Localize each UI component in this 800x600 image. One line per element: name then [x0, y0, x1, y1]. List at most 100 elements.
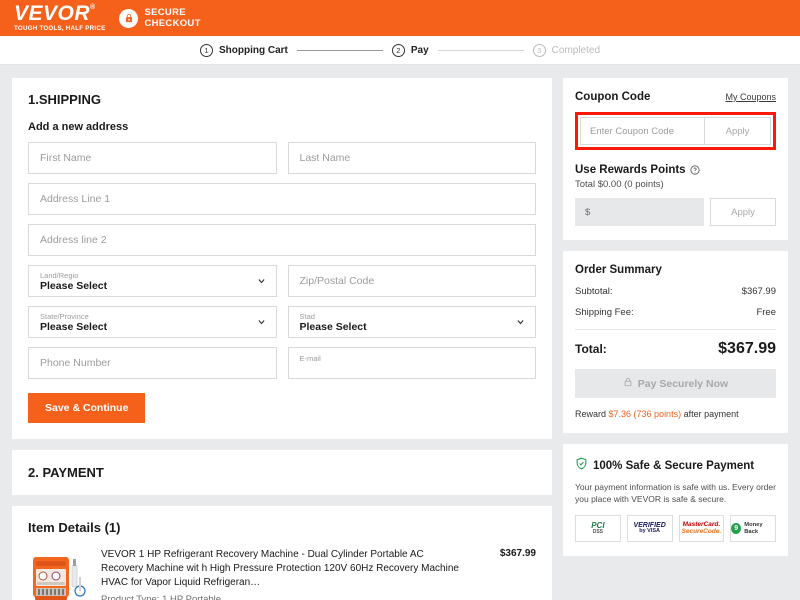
- step-completed: 3 Completed: [532, 43, 601, 57]
- subtotal-label: Subtotal:: [575, 286, 613, 297]
- save-and-continue-button[interactable]: Save & Continue: [28, 393, 146, 423]
- email-input[interactable]: E-mail: [287, 347, 536, 379]
- rewards-total-text: Total $0.00 (0 points): [575, 179, 664, 190]
- name-row: First Name Last Name: [28, 142, 536, 174]
- chevron-down-icon: [516, 318, 525, 327]
- site-header: VEVOR® TOUGH TOOLS, HALF PRICE SECURE CH…: [0, 0, 800, 36]
- order-summary-section: Order Summary Subtotal: $367.99 Shipping…: [563, 251, 788, 433]
- my-coupons-link[interactable]: My Coupons: [725, 92, 776, 102]
- shipping-title: 1.SHIPPING: [28, 92, 101, 107]
- coupon-header: Coupon Code My Coupons: [575, 91, 776, 103]
- address1-row: Address Line 1: [28, 183, 536, 215]
- summary-row-shipping: Shipping Fee: Free: [575, 307, 776, 318]
- step-label: Completed: [551, 44, 601, 56]
- product-name[interactable]: VEVOR 1 HP Refrigerant Recovery Machine …: [101, 548, 463, 590]
- summary-divider: [575, 329, 776, 330]
- country-zip-row: Land/Regio Please Select Zip/Postal Code: [28, 265, 536, 297]
- badge-verified-by-visa-icon: VERIFIED by VISA: [626, 515, 673, 542]
- subtotal-value: $367.99: [741, 286, 776, 297]
- country-select[interactable]: Land/Regio Please Select: [28, 265, 277, 297]
- money-back-circle: 9: [731, 523, 742, 534]
- step-number: 3: [532, 43, 546, 57]
- payment-section: 2. PAYMENT: [12, 450, 552, 495]
- total-label: Total:: [575, 342, 607, 356]
- country-label: Land/Regio: [40, 270, 79, 280]
- summary-row-subtotal: Subtotal: $367.99: [575, 286, 776, 297]
- zip-placeholder: Zip/Postal Code: [299, 275, 375, 287]
- product-price: $367.99: [499, 548, 536, 559]
- visa-line-2: by VISA: [639, 528, 661, 535]
- reward-note: Reward $7.36 (736 points) after payment: [575, 409, 776, 419]
- step-shopping-cart[interactable]: 1 Shopping Cart: [199, 43, 288, 57]
- reward-amount: $7.36 (736 points): [608, 409, 682, 419]
- pci-line-2: DSS: [592, 529, 604, 535]
- first-name-input[interactable]: First Name: [28, 142, 277, 174]
- item-details-section: Item Details (1) VEVOR 1 HP Refrigerant …: [12, 506, 552, 600]
- lock-icon: [623, 377, 633, 390]
- city-value: Please Select: [299, 320, 367, 333]
- right-column: Coupon Code My Coupons Enter Coupon Code…: [563, 78, 788, 600]
- step-label: Shopping Cart: [218, 44, 288, 56]
- secure-checkout-badge: SECURE CHECKOUT: [119, 7, 200, 29]
- coupon-input-row: Enter Coupon Code Apply: [580, 117, 771, 145]
- address-line-1-placeholder: Address Line 1: [40, 193, 111, 205]
- chevron-down-icon: [257, 277, 266, 286]
- shipping-fee-value: Free: [756, 307, 776, 318]
- first-name-placeholder: First Name: [40, 152, 92, 164]
- steps-list: 1 Shopping Cart 2 Pay 3 Completed: [199, 43, 601, 57]
- last-name-input[interactable]: Last Name: [287, 142, 536, 174]
- safe-payment-section: 100% Safe & Secure Payment Your payment …: [563, 444, 788, 556]
- chevron-down-icon: [257, 318, 266, 327]
- page-body: 1.SHIPPING Add a new address First Name …: [0, 65, 800, 600]
- step-label: Pay: [410, 44, 429, 56]
- rewards-points-title: Use Rewards Points: [575, 164, 776, 176]
- registered-mark-icon: ®: [90, 4, 96, 12]
- state-label: State/Province: [40, 311, 89, 321]
- trust-badges: PCI DSS VERIFIED by VISA MasterCard. Sec…: [575, 515, 776, 542]
- city-label: Stad: [299, 311, 315, 321]
- rewards-apply-button[interactable]: Apply: [710, 198, 776, 226]
- step-pay[interactable]: 2 Pay: [391, 43, 429, 57]
- state-select[interactable]: State/Province Please Select: [28, 306, 277, 338]
- total-value: $367.99: [718, 340, 776, 357]
- reward-suffix: after payment: [681, 409, 739, 419]
- secure-line-1: SECURE: [144, 7, 186, 18]
- coupon-title: Coupon Code: [575, 91, 651, 103]
- state-value: Please Select: [40, 320, 108, 333]
- coupon-section: Coupon Code My Coupons Enter Coupon Code…: [563, 78, 788, 240]
- coupon-apply-button[interactable]: Apply: [705, 117, 771, 145]
- city-select[interactable]: Stad Please Select: [287, 306, 536, 338]
- phone-email-row: Phone Number E-mail: [28, 347, 536, 379]
- address-line-2-input[interactable]: Address line 2: [28, 224, 536, 256]
- badge-pci-dss-icon: PCI DSS: [575, 515, 621, 542]
- help-question-icon[interactable]: [689, 165, 700, 175]
- list-item: VEVOR 1 HP Refrigerant Recovery Machine …: [28, 547, 536, 600]
- phone-input[interactable]: Phone Number: [28, 347, 277, 379]
- shipping-fee-label: Shipping Fee:: [575, 307, 634, 318]
- pay-securely-now-button[interactable]: Pay Securely Now: [575, 369, 776, 398]
- order-summary-title: Order Summary: [575, 264, 662, 276]
- safe-payment-header: 100% Safe & Secure Payment: [575, 457, 776, 475]
- badge-money-back-icon: 9 Money Back: [730, 515, 776, 542]
- coupon-code-input[interactable]: Enter Coupon Code: [580, 117, 705, 145]
- reward-prefix: Reward: [575, 409, 609, 419]
- shipping-section: 1.SHIPPING Add a new address First Name …: [12, 78, 552, 439]
- secure-line-2: CHECKOUT: [144, 18, 201, 29]
- logo-text: VEVOR®: [14, 2, 96, 26]
- checkout-progress-bar: 1 Shopping Cart 2 Pay 3 Completed: [0, 36, 800, 65]
- country-value: Please Select: [40, 279, 108, 292]
- step-connector: [296, 49, 383, 51]
- rewards-amount-input[interactable]: $: [575, 198, 704, 226]
- zip-input[interactable]: Zip/Postal Code: [287, 265, 536, 297]
- safe-payment-text: Your payment information is safe with us…: [575, 482, 776, 504]
- address-line-1-input[interactable]: Address Line 1: [28, 183, 536, 215]
- badge-mastercard-securecode-icon: MasterCard. SecureCode.: [678, 515, 725, 542]
- last-name-placeholder: Last Name: [299, 152, 351, 164]
- product-thumbnail[interactable]: [28, 547, 90, 600]
- vevor-logo[interactable]: VEVOR® TOUGH TOOLS, HALF PRICE: [14, 3, 105, 32]
- product-info: VEVOR 1 HP Refrigerant Recovery Machine …: [101, 547, 463, 600]
- coupon-highlight-box: Enter Coupon Code Apply: [575, 112, 776, 150]
- state-city-row: State/Province Please Select Stad Please…: [28, 306, 536, 338]
- left-column: 1.SHIPPING Add a new address First Name …: [12, 78, 552, 600]
- shield-check-icon: [575, 457, 588, 475]
